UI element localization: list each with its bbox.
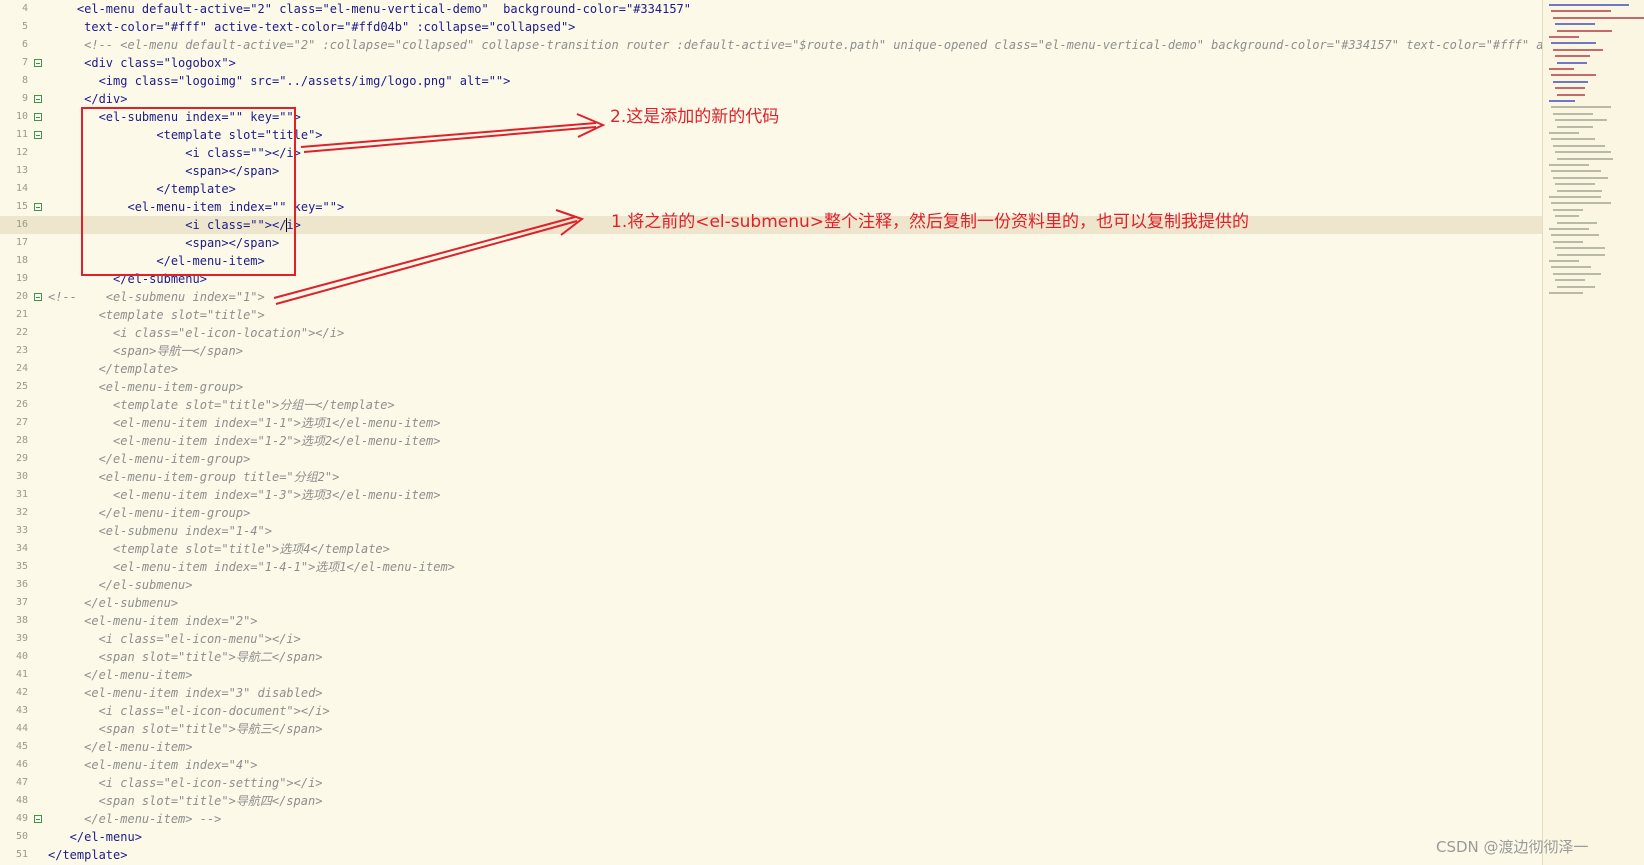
minimap-line: [1555, 183, 1595, 186]
minimap-line: [1553, 16, 1644, 19]
minimap-line: [1555, 119, 1607, 122]
editor-minimap[interactable]: [1542, 0, 1644, 865]
minimap-line: [1557, 125, 1593, 128]
minimap-line: [1553, 272, 1601, 275]
arrow-to-instructions-note: [273, 209, 585, 305]
minimap-line: [1549, 228, 1589, 230]
minimap-line: [1557, 61, 1587, 64]
minimap-line: [1553, 176, 1608, 179]
minimap-line: [1555, 247, 1605, 250]
minimap-line: [1557, 93, 1585, 96]
minimap-line: [1555, 55, 1590, 58]
minimap-line: [1555, 279, 1585, 282]
minimap-line: [1553, 208, 1583, 211]
minimap-line: [1551, 234, 1599, 237]
minimap-line: [1557, 285, 1595, 288]
minimap-line: [1551, 170, 1601, 173]
minimap-line: [1551, 74, 1596, 77]
minimap-line: [1553, 80, 1588, 83]
minimap-line: [1557, 253, 1605, 256]
minimap-line: [1551, 266, 1591, 269]
minimap-line: [1549, 132, 1579, 134]
annotation-instructions: 1.将之前的<el-submenu>整个注释，然后复制一份资料里的，也可以复制我…: [611, 212, 1250, 232]
minimap-line: [1549, 196, 1601, 198]
minimap-line: [1553, 48, 1603, 51]
annotation-arrows: [273, 113, 606, 305]
minimap-line: [1555, 23, 1595, 26]
minimap-line: [1551, 138, 1595, 141]
minimap-line: [1551, 42, 1596, 45]
annotation-new-code: 2.这是添加的新的代码: [610, 107, 780, 127]
minimap-line: [1553, 112, 1593, 115]
minimap-line: [1549, 164, 1589, 166]
arrow-to-new-code-note: [300, 113, 606, 153]
minimap-line: [1551, 202, 1611, 205]
minimap-line: [1557, 157, 1613, 160]
minimap-line: [1555, 87, 1585, 90]
minimap-line: [1549, 100, 1575, 102]
minimap-line: [1555, 151, 1611, 154]
minimap-line: [1551, 106, 1611, 109]
csdn-watermark: CSDN @渡边彻彻泽一: [1436, 838, 1589, 856]
minimap-line: [1557, 29, 1612, 32]
minimap-line: [1557, 189, 1602, 192]
minimap-line: [1553, 240, 1583, 243]
minimap-line: [1549, 36, 1579, 38]
minimap-line: [1549, 292, 1583, 294]
minimap-line: [1555, 215, 1579, 218]
minimap-line: [1551, 10, 1611, 13]
minimap-line: [1549, 4, 1629, 6]
minimap-line: [1557, 221, 1597, 224]
minimap-line: [1553, 144, 1605, 147]
minimap-line: [1549, 68, 1574, 70]
minimap-line: [1549, 260, 1579, 262]
